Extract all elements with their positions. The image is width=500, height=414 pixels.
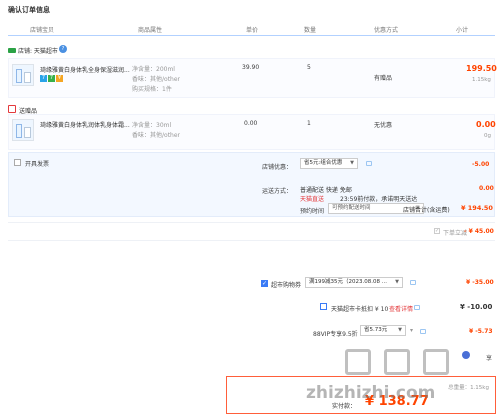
item-qty: 5 (307, 64, 311, 71)
gift-attr-scent: 香味：其他/other (132, 132, 181, 139)
invoice-checkbox[interactable] (14, 159, 21, 166)
gift-name[interactable]: 琦缘雅黄白身体乳润体乳身体霜... (40, 120, 130, 129)
appointment-label: 预约时间 (300, 208, 325, 215)
supermarket-coupon-label: 超市购物券 (271, 282, 302, 289)
column-header: 店铺宝贝 商品属性 单价 数量 优惠方式 小计 (8, 22, 495, 36)
gift-qty: 1 (307, 120, 311, 127)
item-name[interactable]: 琦缘雅黄白身体乳全身保湿滋润... (40, 65, 130, 74)
supermarket-coupon-amount: ¥ -35.00 (466, 279, 494, 286)
message-icon[interactable] (414, 305, 420, 310)
invoice-label: 开具发票 (25, 161, 50, 168)
delivery-note: 23:59前付款，承诺明天送达 (340, 196, 418, 203)
item-subtotal: 199.50 (466, 64, 497, 73)
gift-promo: 无优惠 (374, 122, 393, 129)
gift-weight: 0g (484, 133, 491, 139)
delivery-method: 普通配送 快递 免邮 (300, 187, 352, 194)
gift-attr-volume: 净含量：30ml (132, 122, 172, 129)
col-qty: 数量 (304, 27, 317, 34)
shop-discount-value: 省5元:组合优惠 (304, 160, 343, 166)
supermarket-coupon-checkbox[interactable]: ✓ (261, 280, 268, 287)
shop-discount-select[interactable]: 省5元:组合优惠 ▼ (300, 158, 358, 169)
vip-discount-amount: ¥ -5.73 (469, 328, 493, 335)
col-promo: 优惠方式 (374, 27, 399, 34)
tmall-icon (8, 48, 16, 53)
col-item: 店铺宝贝 (30, 27, 55, 34)
appointment-placeholder: 可预约配送时间 (332, 205, 371, 211)
item-price: 39.90 (242, 64, 260, 71)
tmall-direct-label: 天猫直送 (300, 196, 325, 203)
delivery-amount: 0.00 (479, 185, 494, 192)
vip-discount-value: 省5.73元 (364, 327, 388, 333)
item-tags: 7 7 ¥ (40, 75, 63, 82)
item-promo: 有赠品 (374, 75, 393, 82)
chevron-down-icon[interactable]: ▾ (410, 327, 413, 334)
page-title: 确认订单信息 (8, 6, 50, 14)
chevron-down-icon: ▼ (350, 160, 354, 166)
chevron-down-icon: ▼ (398, 327, 402, 333)
card-coupon-amount: ¥ -10.00 (460, 303, 493, 311)
watermark-mark (423, 349, 449, 375)
avatar[interactable] (462, 351, 470, 359)
summary-weight: 总重量：1.15kg (448, 385, 489, 391)
divider (8, 240, 495, 241)
order-discount-amount: - ¥ 45.00 (464, 228, 494, 235)
shop-total-amount: ¥ 194.50 (461, 204, 493, 212)
vip-discount-select[interactable]: 省5.73元 ▼ (360, 325, 406, 336)
gift-subtotal: 0.00 (476, 120, 496, 129)
vip-discount-label: 88VIP专享9.5折 (313, 331, 358, 338)
order-discount-check: ✓ (434, 228, 440, 234)
chevron-down-icon: ▼ (395, 279, 399, 285)
item-attr-volume: 净含量：200ml (132, 66, 175, 73)
shop-discount-amount: -5.00 (472, 161, 490, 168)
item-weight: 1.15kg (472, 77, 491, 83)
divider (8, 222, 495, 223)
shop-name[interactable]: 店铺: 天猫超市 (18, 46, 58, 55)
message-icon[interactable] (410, 280, 416, 285)
col-price: 单价 (246, 27, 259, 34)
card-coupon-checkbox[interactable] (320, 303, 327, 310)
shop-total-label: 店铺合计(含运费) (403, 207, 450, 214)
vip-side-label: 享 (486, 355, 493, 362)
supermarket-coupon-select[interactable]: 满199减35元（2023.08.08 ... ▼ (305, 277, 403, 288)
col-subtotal: 小计 (456, 27, 469, 34)
watermark-mark (345, 349, 371, 375)
item-attr-scent: 香味：其他/other (132, 76, 181, 83)
watermark-mark (384, 349, 410, 375)
card-coupon-label: 天猫超市卡抵扣 ¥ 10 (331, 306, 389, 313)
item-attr-spec: 购买规格：1件 (132, 86, 172, 93)
message-icon[interactable] (366, 161, 372, 166)
help-icon[interactable]: ? (59, 45, 67, 53)
supermarket-coupon-value: 满199减35元（2023.08.08 ... (309, 279, 387, 285)
gift-icon (8, 105, 16, 113)
shop-discount-label: 店铺优惠： (262, 164, 293, 171)
product-thumbnail[interactable] (12, 64, 34, 86)
gift-price: 0.00 (244, 120, 258, 127)
card-coupon-details-link[interactable]: 查看详情 (389, 304, 413, 313)
gift-thumbnail[interactable] (12, 119, 34, 141)
col-attr: 商品属性 (138, 27, 163, 34)
delivery-label: 运送方式： (262, 188, 293, 195)
watermark-text: zhizhizhi.com (306, 383, 436, 403)
message-icon[interactable] (420, 329, 426, 334)
